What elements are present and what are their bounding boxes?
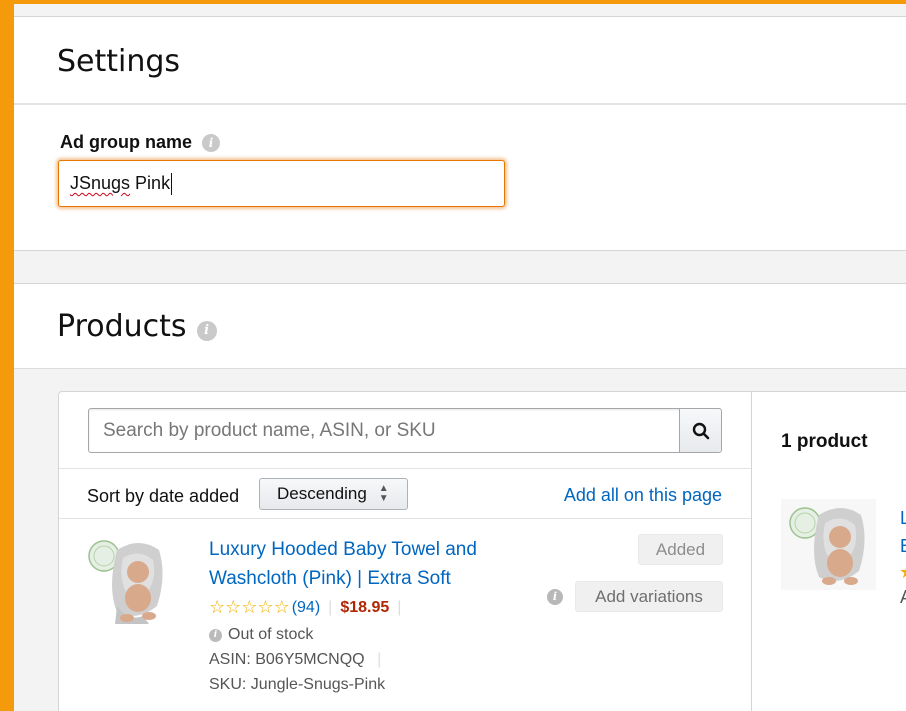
info-icon[interactable]: i (202, 133, 221, 152)
baby-towel-image (88, 540, 163, 624)
product-title-link[interactable]: Luxury Hooded Baby Towel and Washcloth (… (209, 535, 529, 593)
products-section: Products i Sort by date added (14, 283, 906, 711)
selected-product-title-line-2[interactable]: E (900, 536, 906, 557)
rating-count-link[interactable]: (94) (292, 599, 320, 617)
products-title-row: Products i (57, 309, 217, 344)
star-icon: ☆ (225, 597, 242, 617)
selected-products-panel: 1 product L E ★ (752, 391, 906, 711)
baby-towel-image (781, 499, 876, 590)
star-icon: ☆ (241, 597, 258, 617)
variations-row: i Add variations (547, 581, 723, 612)
list-divider (59, 518, 751, 519)
settings-divider (14, 103, 906, 105)
info-icon[interactable]: i (196, 320, 217, 341)
sort-label: Sort by date added (87, 486, 240, 506)
search-box (88, 408, 722, 453)
star-icon: ★ (899, 562, 906, 583)
selected-product-detail: A (900, 587, 906, 608)
stock-status-text: Out of stock (228, 626, 314, 643)
add-variations-button[interactable]: Add variations (575, 581, 723, 612)
search-icon (692, 422, 709, 439)
product-asin: ASIN: B06Y5MCNQQ | (209, 651, 389, 669)
products-area: Sort by date added Descending ▲▼ Add all… (14, 369, 906, 711)
settings-title: Settings (57, 44, 181, 79)
info-icon[interactable]: i (547, 588, 563, 605)
star-icon: ☆ (257, 597, 274, 617)
selected-product-count: 1 product (781, 431, 868, 452)
product-search-panel: Sort by date added Descending ▲▼ Add all… (58, 391, 752, 711)
product-thumbnail[interactable] (87, 536, 167, 626)
added-button[interactable]: Added (638, 534, 723, 565)
selected-product-thumbnail[interactable] (781, 499, 876, 590)
products-title: Products (57, 309, 187, 344)
selected-product-title-line-1[interactable]: L (900, 508, 906, 529)
sort-order-select[interactable]: Descending ▲ ▼ (259, 478, 408, 510)
settings-section: Settings Ad group name i JSnugs Pink (14, 16, 906, 251)
add-all-on-page-link[interactable]: Add all on this page (564, 485, 722, 506)
asin-text: ASIN: B06Y5MCNQQ (209, 651, 365, 668)
separator: | (397, 598, 402, 616)
star-icon: ☆ (209, 597, 226, 617)
ad-group-name-input[interactable]: JSnugs Pink (58, 160, 505, 207)
search-button[interactable] (679, 409, 721, 452)
ad-group-name-rest: Pink (130, 173, 171, 193)
ad-group-name-label-text: Ad group name (60, 132, 193, 152)
stock-status: i Out of stock (209, 626, 313, 644)
product-title-line-2: Washcloth (Pink) | Extra Soft (209, 568, 451, 589)
separator: | (328, 598, 333, 616)
sort-updown-icon: ▲ ▼ (378, 483, 389, 504)
ad-group-name-misspelled-word: JSnugs (70, 173, 131, 193)
sort-order-value: Descending (277, 484, 367, 503)
product-sku: SKU: Jungle-Snugs-Pink (209, 676, 386, 693)
text-caret (171, 172, 173, 195)
star-icon: ☆ (273, 597, 290, 617)
product-search-input[interactable] (89, 409, 679, 452)
separator: | (377, 651, 382, 668)
info-icon: i (209, 628, 222, 642)
product-title-line-1: Luxury Hooded Baby Towel and (209, 539, 477, 560)
page-frame: Settings Ad group name i JSnugs Pink Pro… (14, 4, 906, 711)
ad-group-name-label: Ad group name i (60, 132, 221, 153)
rating-row: ☆ ☆ ☆ ☆ ☆ (94) | $18.95 | (209, 597, 409, 618)
product-price: $18.95 (340, 598, 390, 616)
search-divider (59, 468, 751, 469)
